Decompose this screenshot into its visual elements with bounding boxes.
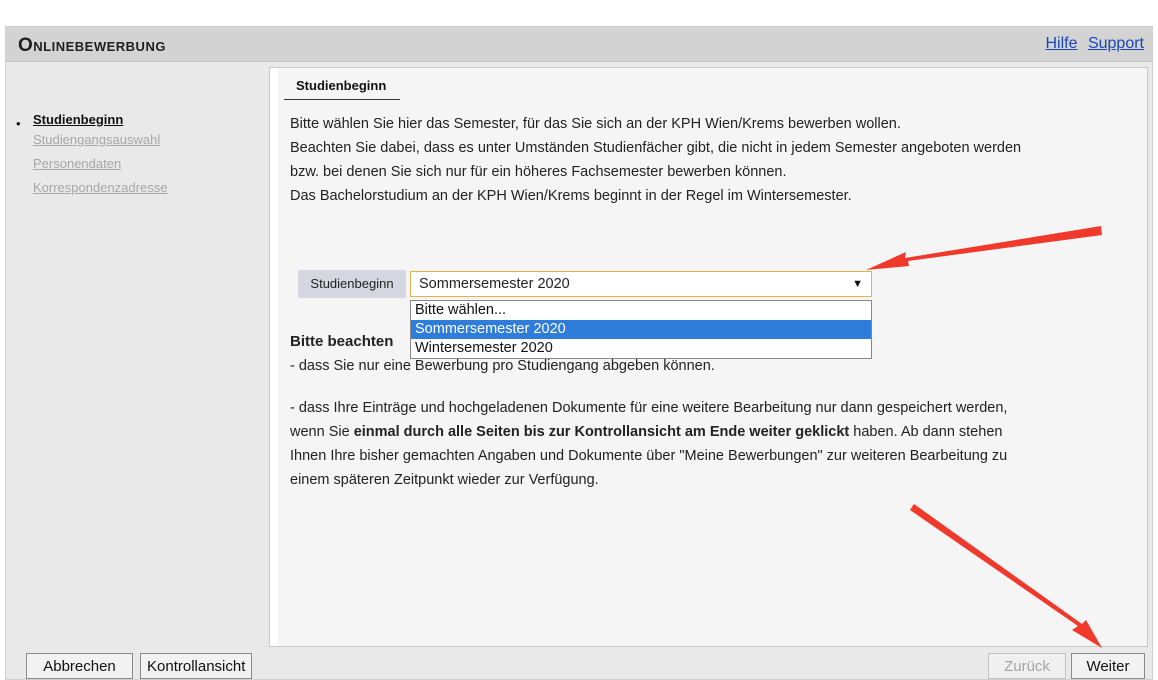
main-content: Studienbeginn Bitte wählen Sie hier das …	[269, 67, 1148, 647]
app-title: Onlinebewerbung	[18, 35, 166, 56]
sidebar-item-studienbeginn[interactable]: Studienbeginn	[33, 112, 123, 127]
intro-line: Beachten Sie dabei, dass es unter Umstän…	[290, 140, 1022, 156]
sidebar-nav: • Studienbeginn Studiengangsauswahl Pers…	[6, 62, 268, 645]
cancel-button[interactable]: Abbrechen	[26, 653, 133, 679]
sidebar-item-personendaten[interactable]: Personendaten	[33, 156, 121, 171]
notice-point-2-line-1: - dass Ihre Einträge und hochgeladenen D…	[290, 400, 1008, 416]
back-button[interactable]: Zurück	[988, 653, 1066, 679]
footer-bar: Abbrechen Kontrollansicht Zurück Weiter	[6, 645, 1152, 679]
option-wintersemester-2020[interactable]: Wintersemester 2020	[411, 339, 871, 358]
active-step-bullet: •	[16, 116, 21, 131]
form-panel: Studienbeginn Bitte wählen Sie hier das …	[278, 68, 1147, 646]
notice-text-segment: haben. Ab dann stehen	[849, 424, 1003, 440]
notice-point-2-line-4: einem späteren Zeitpunkt wieder zur Verf…	[290, 472, 599, 488]
header-bar: Onlinebewerbung Hilfe Support	[6, 27, 1152, 62]
notice-point-2-line-3: Ihnen Ihre bisher gemachten Angaben und …	[290, 448, 1008, 464]
studienbeginn-select[interactable]: Sommersemester 2020 ▼	[410, 271, 872, 297]
notice-point-2-line-2: wenn Sie einmal durch alle Seiten bis zu…	[290, 420, 1133, 444]
intro-line: bzw. bei denen Sie sich nur für ein höhe…	[290, 164, 787, 180]
support-link[interactable]: Support	[1088, 35, 1144, 52]
sidebar-item-korrespondenzadresse[interactable]: Korrespondenzadresse	[33, 180, 167, 195]
notice-emphasis: einmal durch alle Seiten bis zur Kontrol…	[353, 424, 850, 440]
help-link[interactable]: Hilfe	[1045, 35, 1077, 52]
select-value: Sommersemester 2020	[419, 276, 570, 292]
application-window: Onlinebewerbung Hilfe Support • Studienb…	[5, 26, 1153, 680]
option-sommersemester-2020[interactable]: Sommersemester 2020	[411, 320, 871, 339]
notice-text-segment: wenn Sie	[290, 424, 354, 440]
studienbeginn-label: Studienbeginn	[298, 270, 406, 298]
review-button[interactable]: Kontrollansicht	[140, 653, 252, 679]
option-bitte-waehlen[interactable]: Bitte wählen...	[411, 301, 871, 320]
sidebar-item-studiengangsauswahl[interactable]: Studiengangsauswahl	[33, 132, 160, 147]
semester-dropdown-list: Bitte wählen... Sommersemester 2020 Wint…	[410, 300, 872, 359]
section-title: Studienbeginn	[284, 68, 401, 100]
intro-line: Bitte wählen Sie hier das Semester, für …	[290, 116, 901, 132]
dropdown-arrow-icon: ▼	[852, 278, 863, 290]
next-button[interactable]: Weiter	[1071, 653, 1145, 679]
intro-text: Bitte wählen Sie hier das Semester, für …	[290, 112, 1137, 208]
header-links: Hilfe Support	[1039, 35, 1144, 53]
intro-line: Das Bachelorstudium an der KPH Wien/Krem…	[290, 188, 852, 204]
